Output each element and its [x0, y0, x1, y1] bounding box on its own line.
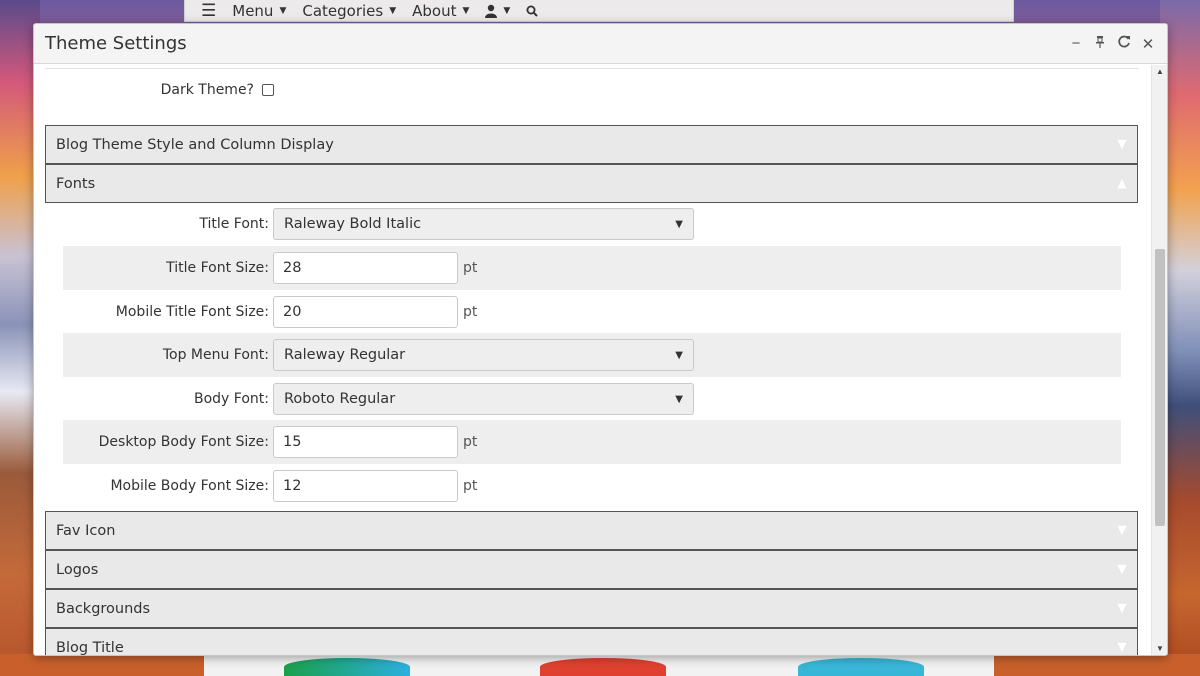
caret-down-icon: ▼ [675, 393, 683, 405]
chevron-up-icon: ▲ [1117, 176, 1127, 191]
nav-user[interactable]: ▼ [485, 4, 510, 18]
nav-categories-label: Categories [302, 1, 384, 20]
chevron-down-icon: ▼ [1117, 137, 1127, 152]
body-font-label: Body Font: [194, 391, 269, 407]
mobile-body-font-size-row: Mobile Body Font Size: 12 pt [63, 464, 1121, 508]
scrollbar-thumb[interactable] [1155, 249, 1165, 526]
caret-down-icon: ▼ [675, 349, 683, 361]
caret-down-icon: ▼ [389, 5, 397, 16]
user-icon [485, 4, 498, 18]
chevron-down-icon: ▼ [1117, 601, 1127, 616]
caret-down-icon: ▼ [675, 218, 683, 230]
caret-down-icon: ▼ [503, 5, 511, 16]
section-blog-theme-style[interactable]: Blog Theme Style and Column Display ▼ [45, 125, 1138, 164]
app-tile-graphic [798, 658, 924, 676]
chevron-down-icon: ▼ [1117, 562, 1127, 577]
desktop-body-font-size-row: Desktop Body Font Size: 15 pt [63, 420, 1121, 464]
unit-label: pt [463, 478, 478, 494]
section-label: Fav Icon [56, 522, 116, 539]
title-font-size-input[interactable]: 28 [273, 252, 458, 284]
dialog-scrollbar[interactable]: ▲ ▼ [1151, 65, 1167, 655]
select-value: Roboto Regular [284, 391, 396, 407]
theme-settings-dialog: Theme Settings − ✕ Dark Theme? Blog Them… [33, 23, 1168, 656]
scroll-up-icon[interactable]: ▲ [1152, 67, 1167, 76]
minimize-icon[interactable]: − [1069, 35, 1083, 52]
nav-about[interactable]: About ▼ [412, 2, 469, 20]
nav-menu-label: Menu [232, 1, 274, 20]
title-font-label: Title Font: [199, 216, 269, 232]
nav-about-label: About [412, 1, 457, 20]
app-tile-graphic [284, 658, 410, 676]
chevron-down-icon: ▼ [1117, 523, 1127, 538]
nav-categories[interactable]: Categories ▼ [302, 2, 396, 20]
app-tile-graphic [540, 658, 666, 676]
pin-icon[interactable] [1093, 35, 1107, 53]
unit-label: pt [463, 260, 478, 276]
section-backgrounds[interactable]: Backgrounds ▼ [45, 589, 1138, 628]
mobile-body-font-size-input[interactable]: 12 [273, 470, 458, 502]
section-fonts[interactable]: Fonts ▲ [45, 164, 1138, 203]
desktop-body-font-size-input[interactable]: 15 [273, 426, 458, 458]
section-blog-title[interactable]: Blog Title ▼ [45, 628, 1138, 655]
section-fav-icon[interactable]: Fav Icon ▼ [45, 511, 1138, 550]
section-label: Fonts [56, 175, 96, 192]
select-value: Raleway Regular [284, 347, 406, 363]
top-menu-font-row: Top Menu Font: Raleway Regular ▼ [63, 333, 1121, 377]
unit-label: pt [463, 434, 478, 450]
dark-theme-checkbox[interactable] [262, 84, 274, 96]
scroll-down-icon[interactable]: ▼ [1152, 644, 1167, 653]
dialog-window-controls: − ✕ [1069, 35, 1155, 53]
section-label: Blog Theme Style and Column Display [56, 136, 334, 153]
dialog-title: Theme Settings [45, 33, 187, 54]
chevron-down-icon: ▼ [1117, 640, 1127, 655]
dialog-title-bar[interactable]: Theme Settings − ✕ [34, 24, 1167, 64]
title-font-size-row: Title Font Size: 28 pt [63, 246, 1121, 290]
dark-theme-label: Dark Theme? [160, 82, 254, 98]
desktop-body-font-size-label: Desktop Body Font Size: [98, 434, 269, 450]
hamburger-icon[interactable]: ☰ [201, 1, 216, 21]
search-icon [526, 5, 539, 17]
unit-label: pt [463, 304, 478, 320]
nav-menu[interactable]: Menu ▼ [232, 2, 286, 20]
mobile-title-font-size-label: Mobile Title Font Size: [115, 304, 269, 320]
section-label: Backgrounds [56, 600, 151, 617]
refresh-icon[interactable] [1117, 35, 1131, 53]
mobile-title-font-size-row: Mobile Title Font Size: 20 pt [63, 290, 1121, 334]
title-font-size-label: Title Font Size: [166, 260, 269, 276]
top-menu-font-select[interactable]: Raleway Regular ▼ [273, 339, 694, 371]
top-menu-font-label: Top Menu Font: [162, 347, 269, 363]
divider [45, 68, 1139, 70]
select-value: Raleway Bold Italic [284, 216, 422, 232]
dialog-content: Dark Theme? Blog Theme Style and Column … [34, 65, 1151, 655]
section-label: Blog Title [56, 639, 124, 656]
dark-theme-row: Dark Theme? [34, 79, 274, 101]
section-logos[interactable]: Logos ▼ [45, 550, 1138, 589]
body-font-select[interactable]: Roboto Regular ▼ [273, 383, 694, 415]
caret-down-icon: ▼ [279, 5, 287, 16]
caret-down-icon: ▼ [462, 5, 470, 16]
body-font-row: Body Font: Roboto Regular ▼ [63, 377, 1121, 421]
close-icon[interactable]: ✕ [1141, 35, 1155, 53]
nav-search[interactable] [526, 5, 539, 17]
site-nav-bar: ☰ Menu ▼ Categories ▼ About ▼ ▼ [184, 0, 1014, 22]
title-font-select[interactable]: Raleway Bold Italic ▼ [273, 208, 694, 240]
title-font-row: Title Font: Raleway Bold Italic ▼ [63, 202, 1121, 246]
mobile-title-font-size-input[interactable]: 20 [273, 296, 458, 328]
mobile-body-font-size-label: Mobile Body Font Size: [110, 478, 269, 494]
section-label: Logos [56, 561, 99, 578]
